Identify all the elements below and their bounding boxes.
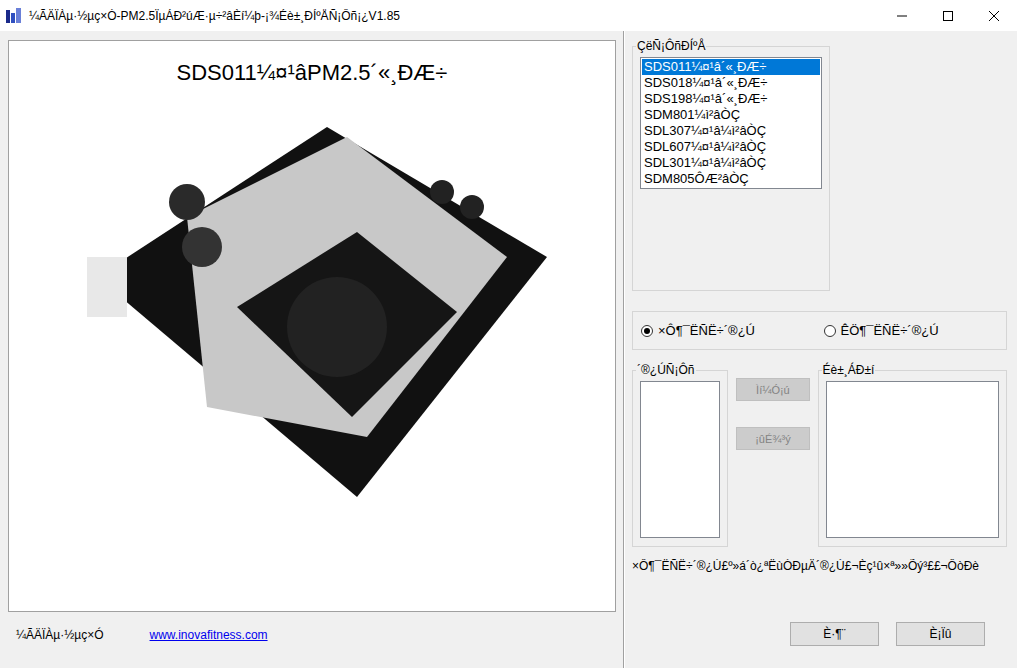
search-mode-radio[interactable]: ×Ô¶¯ËÑË÷´®¿Ú: [641, 323, 824, 338]
minimize-button[interactable]: [879, 0, 925, 31]
hint-text: ×Ô¶¯ËÑË÷´®¿Ú£º»á´ò¿ªËùÓÐµÄ´®¿Ú£¬Èç¹û×ª»»…: [632, 559, 1017, 573]
model-list-item[interactable]: SDS198¼¤¹â´«¸ÐÆ÷: [642, 91, 820, 107]
model-group: ÇëÑ¡ÔñÐÍºÅSDS011¼¤¹â´«¸ÐÆ÷SDS018¼¤¹â´«¸Ð…: [632, 39, 830, 291]
radio-dot-icon: [644, 328, 650, 334]
company-name: ¼ÃÄÏÀµ·½µç×Ó: [16, 628, 104, 642]
device-group: Éè±¸ÁÐ±í: [818, 363, 1007, 547]
preview-heading: SDS011¼¤¹âPM2.5´«¸ÐÆ÷: [177, 59, 448, 87]
website-link[interactable]: www.inovafitness.com: [150, 628, 268, 642]
app-window: ¼ÃÄÏÀµ·½µç×Ó-PM2.5ÏµÁÐ²úÆ·µ÷²âÈí¼þ-¡¾Éè±…: [0, 0, 1017, 668]
model-list-item[interactable]: SDL307¼¤¹â¼ì²âÒÇ: [642, 123, 820, 139]
dialog-button[interactable]: È·¶¨: [790, 622, 879, 646]
dialog-button[interactable]: È¡Ïû: [896, 622, 985, 646]
close-button[interactable]: [971, 0, 1017, 31]
transfer-button: Ìí¼Ó¡ú: [736, 378, 809, 401]
search-mode-radio[interactable]: ÊÖ¶¯ËÑË÷´®¿Ú: [824, 323, 1007, 338]
model-list-item[interactable]: SDM805ÔÆ²âÒÇ: [642, 171, 820, 187]
device-list[interactable]: [826, 381, 999, 538]
maximize-icon: [943, 11, 953, 21]
port-list[interactable]: [640, 381, 720, 538]
transfer-button: ¡ûÉ¾³ý: [736, 427, 809, 450]
title-bar: ¼ÃÄÏÀµ·½µç×Ó-PM2.5ÏµÁÐ²úÆ·µ÷²âÈí¼þ-¡¾Éè±…: [0, 0, 1017, 31]
model-list-item[interactable]: SDL607¼¤¹â¼ì²âÒÇ: [642, 139, 820, 155]
minimize-icon: [897, 11, 907, 21]
port-group: ´®¿ÚÑ¡Ôñ: [632, 363, 728, 547]
search-mode-group: ×Ô¶¯ËÑË÷´®¿ÚÊÖ¶¯ËÑË÷´®¿Ú: [632, 311, 1007, 350]
model-list[interactable]: SDS011¼¤¹â´«¸ÐÆ÷SDS018¼¤¹â´«¸ÐÆ÷SDS198¼¤…: [640, 57, 822, 189]
app-icon: [5, 7, 23, 25]
close-icon: [989, 11, 999, 21]
model-list-item[interactable]: SDS011¼¤¹â´«¸ÐÆ÷: [642, 59, 820, 75]
radio-circle-icon: [824, 325, 836, 337]
model-list-item[interactable]: SDS018¼¤¹â´«¸ÐÆ÷: [642, 75, 820, 91]
radio-circle-icon: [641, 325, 653, 337]
maximize-button[interactable]: [925, 0, 971, 31]
model-list-item[interactable]: SDL301¼¤¹â¼ì²âÒÇ: [642, 155, 820, 171]
sensor-photo: [67, 107, 557, 507]
model-list-item[interactable]: SDM801¼ì²âÒÇ: [642, 107, 820, 123]
preview-panel: SDS011¼¤¹âPM2.5´«¸ÐÆ÷: [8, 40, 616, 612]
window-title: ¼ÃÄÏÀµ·½µç×Ó-PM2.5ÏµÁÐ²úÆ·µ÷²âÈí¼þ-¡¾Éè±…: [23, 9, 879, 23]
